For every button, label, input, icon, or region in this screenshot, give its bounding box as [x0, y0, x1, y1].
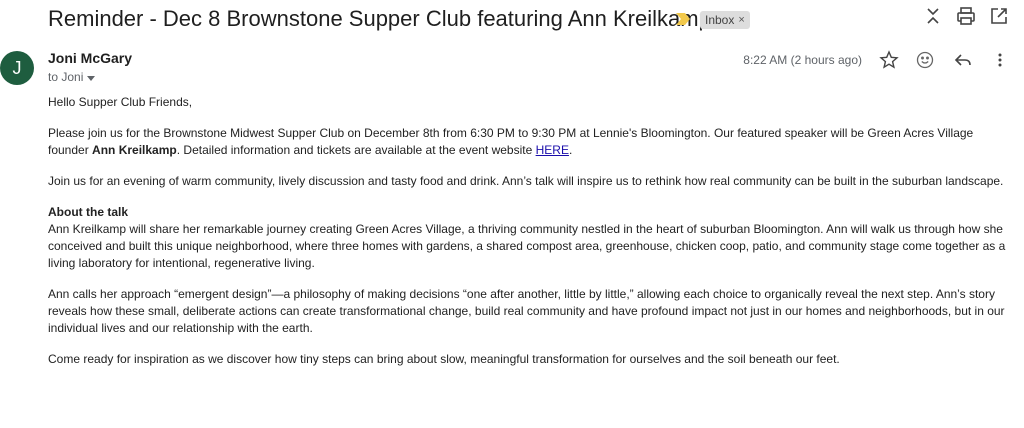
about-text: Ann Kreilkamp will share her remarkable … [48, 222, 1006, 270]
subject-row: Reminder - Dec 8 Brownstone Supper Club … [48, 4, 1024, 34]
paragraph-event-details: Please join us for the Brownstone Midwes… [48, 125, 1014, 159]
sender-name[interactable]: Joni McGary [48, 50, 132, 66]
chevron-down-icon [87, 75, 96, 81]
inbox-label-text: Inbox [705, 13, 735, 27]
remove-label-button[interactable]: × [738, 11, 744, 29]
greeting: Hello Supper Club Friends, [48, 95, 193, 109]
collapse-all-icon[interactable] [922, 5, 944, 27]
recipient-details-toggle[interactable]: to Joni [48, 70, 96, 84]
about-heading: About the talk [48, 205, 128, 219]
sender-avatar[interactable]: J [0, 51, 34, 85]
message-body: Hello Supper Club Friends, Please join u… [48, 94, 1014, 382]
paragraph-closing: Come ready for inspiration as we discove… [48, 352, 840, 366]
importance-marker-icon[interactable] [676, 13, 690, 25]
open-in-new-window-icon[interactable] [988, 5, 1010, 27]
inbox-label-chip: Inbox × [700, 11, 750, 29]
more-options-icon[interactable] [989, 49, 1011, 71]
speaker-name: Ann Kreilkamp [92, 143, 177, 157]
event-details-end: . [568, 143, 573, 157]
paragraph-invitation: Join us for an evening of warm community… [48, 174, 1004, 188]
paragraph-emergent-design: Ann calls her approach “emergent design”… [48, 287, 1005, 335]
star-icon[interactable] [878, 49, 900, 71]
about-section: About the talk Ann Kreilkamp will share h… [48, 204, 1014, 272]
reply-icon[interactable] [952, 49, 974, 71]
message-timestamp: 8:22 AM (2 hours ago) [743, 53, 862, 67]
recipient-text: to Joni [48, 70, 84, 84]
emoji-reaction-icon[interactable] [914, 49, 936, 71]
event-website-link[interactable]: HERE [536, 143, 569, 157]
event-details-text-2: . Detailed information and tickets are a… [176, 143, 536, 157]
print-icon[interactable] [955, 5, 977, 27]
email-subject: Reminder - Dec 8 Brownstone Supper Club … [48, 6, 711, 31]
